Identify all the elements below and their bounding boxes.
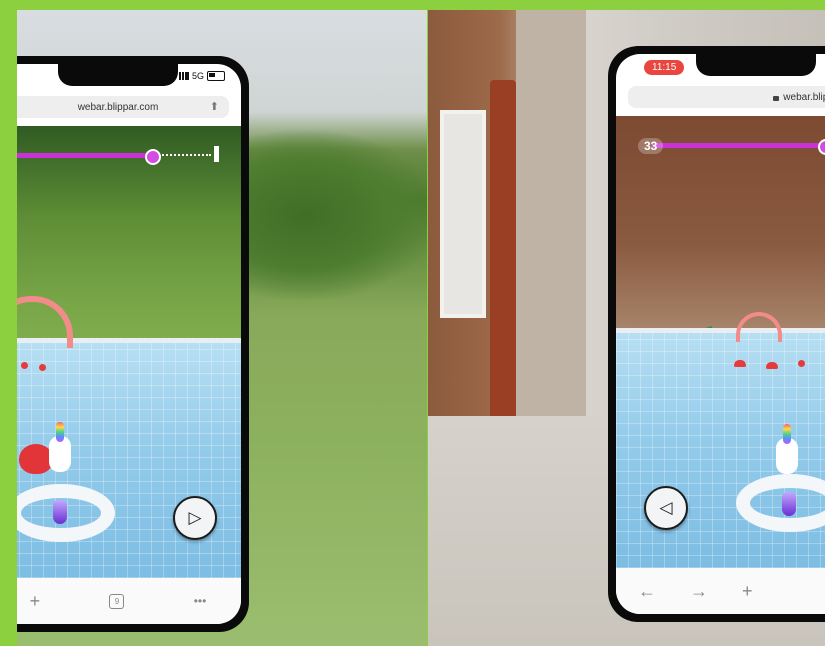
status-bar: 11:15 bbox=[616, 54, 825, 80]
left-phone-screen: 5G webar.blippar.com ⬆ ▷ + 9 ••• bbox=[17, 64, 241, 624]
address-bar[interactable]: webar.blippar.com ⬆ bbox=[17, 96, 229, 118]
strawberry-obstacle bbox=[19, 444, 53, 474]
inflatable-arch bbox=[736, 312, 782, 342]
move-right-button[interactable]: ▷ bbox=[173, 496, 217, 540]
tabs-button[interactable]: 9 bbox=[109, 593, 125, 609]
phone-notch bbox=[58, 64, 178, 86]
triangle-left-icon: ◁ bbox=[659, 498, 673, 517]
window bbox=[440, 110, 486, 318]
share-icon[interactable]: ⬆ bbox=[210, 100, 219, 113]
drain-pipe bbox=[490, 80, 516, 440]
progress-fill bbox=[17, 153, 151, 158]
address-bar[interactable]: webar.blippar.c bbox=[628, 86, 825, 108]
score-counter: 33 bbox=[638, 138, 664, 154]
new-tab-button[interactable]: + bbox=[742, 581, 753, 602]
signal-bars-icon bbox=[178, 72, 189, 80]
url-text: webar.blippar.com bbox=[77, 101, 159, 113]
battery-icon bbox=[207, 71, 225, 81]
unicorn-float bbox=[49, 422, 71, 472]
back-button[interactable]: ← bbox=[638, 581, 656, 602]
lock-icon bbox=[773, 95, 780, 101]
status-bar: 5G bbox=[17, 64, 241, 90]
level-progress-bar bbox=[652, 139, 825, 155]
network-label: 5G bbox=[191, 71, 204, 81]
new-tab-button[interactable]: + bbox=[30, 591, 41, 612]
fruit-pickup bbox=[734, 360, 746, 367]
fruit-pickup bbox=[766, 362, 778, 369]
browser-toolbar: ← → + bbox=[616, 568, 825, 614]
ar-game-view[interactable]: ▷ bbox=[17, 126, 241, 578]
play-right-icon: ▷ bbox=[188, 508, 202, 527]
forward-button[interactable]: → bbox=[690, 581, 708, 602]
player-character bbox=[53, 500, 67, 524]
fruit-pickup bbox=[39, 364, 46, 371]
progress-fill bbox=[652, 143, 824, 148]
move-left-button[interactable]: ◁ bbox=[644, 486, 688, 530]
player-character bbox=[782, 492, 796, 516]
phone-notch bbox=[696, 54, 816, 76]
browser-toolbar: + 9 ••• bbox=[17, 578, 241, 624]
inflatable-arch bbox=[17, 296, 73, 348]
left-phone: 5G webar.blippar.com ⬆ ▷ + 9 ••• bbox=[17, 56, 249, 632]
time-pill: 11:15 bbox=[644, 60, 685, 75]
right-phone: 11:15 webar.blippar.c 33 bbox=[608, 46, 825, 622]
level-progress-bar bbox=[17, 146, 219, 165]
finish-marker bbox=[214, 146, 219, 162]
url-text: webar.blippar.c bbox=[783, 91, 825, 103]
screenshot-frame: 5G webar.blippar.com ⬆ ▷ + 9 ••• 11:15 w… bbox=[0, 0, 825, 646]
progress-knob bbox=[144, 149, 161, 165]
grass-field-photo: 5G webar.blippar.com ⬆ ▷ + 9 ••• bbox=[17, 10, 427, 646]
ar-game-view[interactable]: 33 ◁ bbox=[616, 116, 825, 568]
signal-indicator: 5G bbox=[178, 71, 225, 81]
fruit-pickup bbox=[798, 360, 805, 367]
unicorn-float bbox=[776, 424, 798, 474]
right-phone-screen: 11:15 webar.blippar.c 33 bbox=[616, 54, 825, 614]
more-button[interactable]: ••• bbox=[194, 594, 207, 608]
fruit-pickup bbox=[21, 362, 28, 369]
progress-knob bbox=[817, 139, 825, 155]
